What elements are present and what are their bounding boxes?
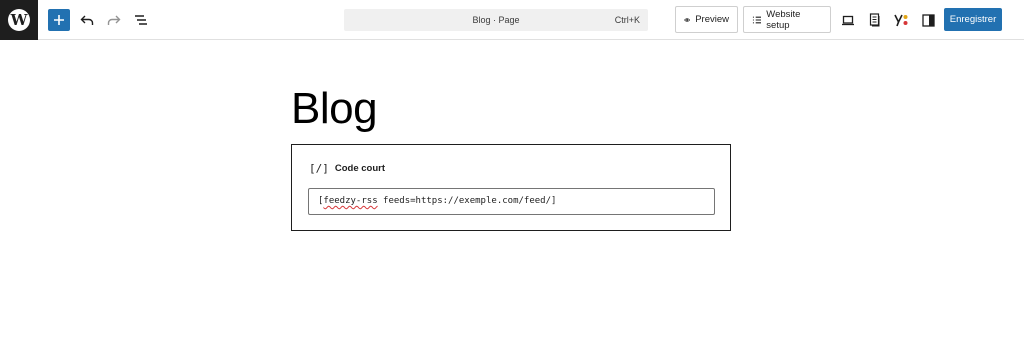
redo-button[interactable] [103,9,125,31]
undo-icon [80,15,94,25]
shortcode-block-header: [/] Code court [309,162,385,175]
wordpress-logo-icon: W [8,9,30,31]
wordpress-logo-button[interactable]: W [0,0,38,40]
plugin-document-button[interactable] [864,9,886,31]
add-block-button[interactable] [48,9,70,31]
shortcode-input[interactable]: [feedzy-rss feeds=https://exemple.com/fe… [308,188,715,215]
settings-sidebar-button[interactable] [917,9,939,31]
document-icon [869,13,880,27]
redo-icon [107,15,121,25]
shortcode-text: feeds=https://exemple.com/feed/] [377,196,557,206]
save-button[interactable]: Enregistrer [944,8,1002,31]
list-view-icon [135,15,147,25]
eye-icon [684,17,691,22]
preview-label: Preview [695,14,729,25]
shortcode-icon: [/] [309,162,329,175]
command-palette-bar[interactable]: Blog · Page Ctrl+K [344,9,648,31]
document-title: Blog · Page [472,15,520,25]
preview-button[interactable]: Preview [675,6,738,33]
shortcode-misspelled-word: feedzy-rss [323,196,378,206]
yoast-seo-icon [894,14,908,27]
undo-button[interactable] [76,9,98,31]
editor-toolbar: W Blog · Page Ctrl+K Preview Website set… [0,0,1024,40]
document-overview-button[interactable] [130,9,152,31]
website-setup-label: Website setup [766,8,801,31]
command-shortcut: Ctrl+K [614,15,640,25]
save-label: Enregistrer [949,14,997,25]
laptop-icon [842,15,854,25]
yoast-seo-button[interactable] [890,9,912,31]
list-icon [752,16,762,23]
sidebar-toggle-icon [921,13,935,27]
plus-icon [54,15,64,25]
page-title[interactable]: Blog [291,84,378,134]
website-setup-button[interactable]: Website setup [743,6,831,33]
shortcode-block-label: Code court [334,163,386,174]
shortcode-block[interactable]: [/] Code court [feedzy-rss feeds=https:/… [291,144,731,231]
device-preview-button[interactable] [837,9,859,31]
